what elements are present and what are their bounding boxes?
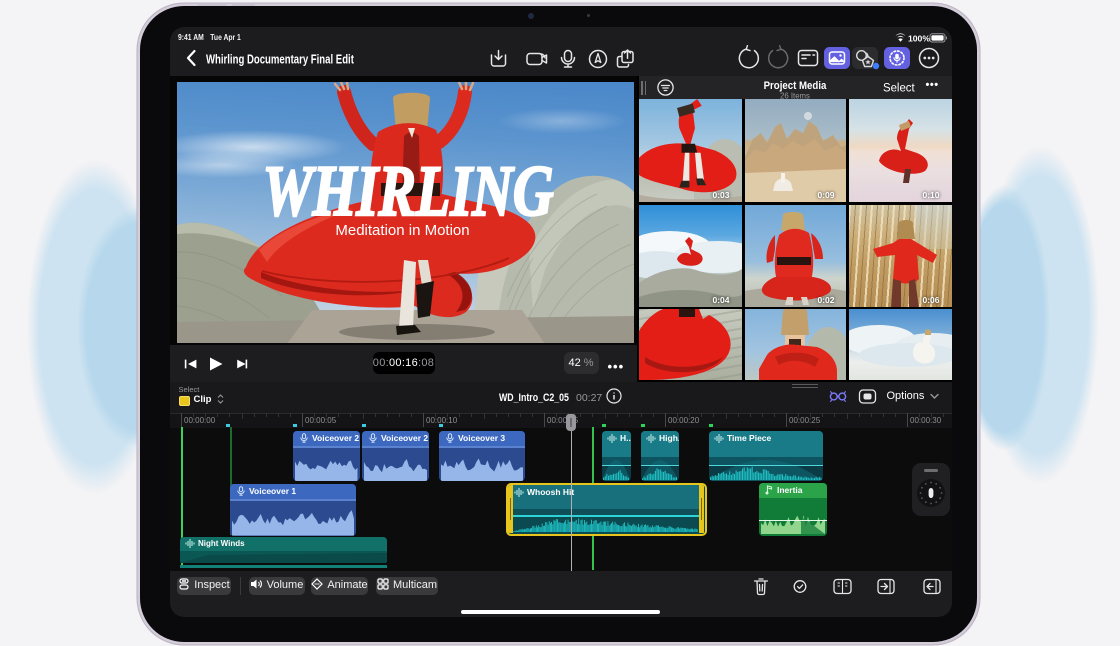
svg-text:9:41 AM: 9:41 AM [178,32,204,42]
svg-text:00:27: 00:27 [576,392,602,404]
svg-text:Select: Select [883,81,915,94]
svg-text:Tue Apr 1: Tue Apr 1 [210,32,241,42]
svg-text:WD_Intro_C2_05: WD_Intro_C2_05 [499,392,569,404]
svg-text:100%: 100% [908,33,930,42]
svg-text:Whirling Documentary Final Edi: Whirling Documentary Final Edit [206,53,354,66]
svg-text:WHIRLING: WHIRLING [263,152,554,231]
